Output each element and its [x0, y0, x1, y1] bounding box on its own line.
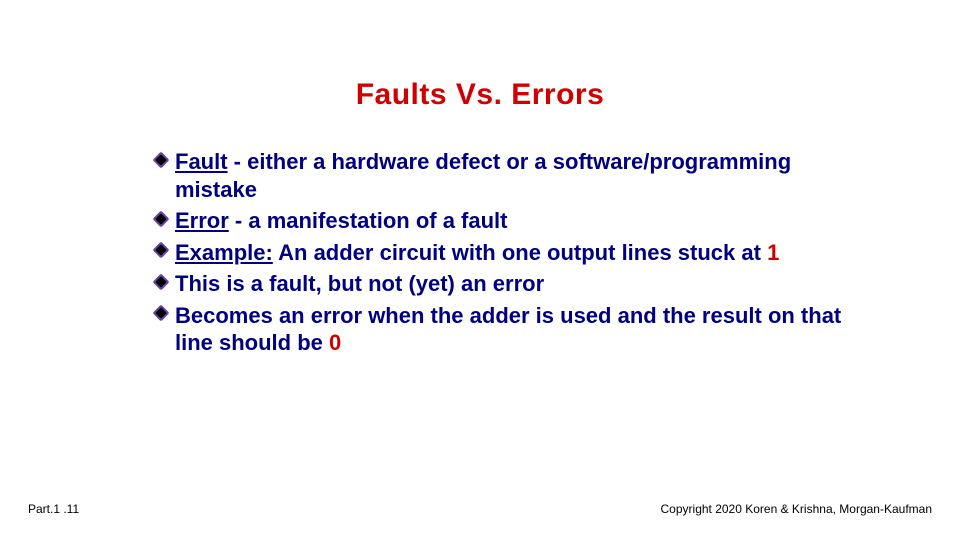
- slide-body: Fault - either a hardware defect or a so…: [155, 148, 875, 361]
- slide-title: Faults Vs. Errors: [0, 78, 960, 112]
- diamond-bullet-icon: [153, 273, 170, 290]
- bullet-lead-underline: Error: [175, 208, 229, 233]
- bullet-item: Error - a manifestation of a fault: [155, 207, 875, 235]
- footer-left: Part.1 .11: [28, 502, 79, 516]
- bullet-red-number: 0: [329, 330, 341, 355]
- bullet-item: Fault - either a hardware defect or a so…: [155, 148, 875, 203]
- bullet-text: - either a hardware defect or a software…: [175, 149, 791, 202]
- bullet-text: This is a fault, but not (yet) an error: [175, 271, 544, 296]
- diamond-bullet-icon: [153, 242, 170, 259]
- diamond-bullet-icon: [153, 151, 170, 168]
- bullet-item: Becomes an error when the adder is used …: [155, 302, 875, 357]
- diamond-bullet-icon: [153, 305, 170, 322]
- bullet-text: Becomes an error when the adder is used …: [175, 303, 841, 356]
- bullet-item: This is a fault, but not (yet) an error: [155, 270, 875, 298]
- bullet-lead-underline: Example:: [175, 240, 273, 265]
- bullet-list: Fault - either a hardware defect or a so…: [155, 148, 875, 357]
- bullet-text: - a manifestation of a fault: [229, 208, 508, 233]
- bullet-item: Example: An adder circuit with one outpu…: [155, 239, 875, 267]
- footer-right: Copyright 2020 Koren & Krishna, Morgan-K…: [661, 502, 932, 516]
- slide: Faults Vs. Errors Fault - either a hardw…: [0, 0, 960, 540]
- diamond-bullet-icon: [153, 210, 170, 227]
- bullet-red-number: 1: [767, 240, 779, 265]
- bullet-lead-underline: Fault: [175, 149, 228, 174]
- bullet-text: An adder circuit with one output lines s…: [273, 240, 767, 265]
